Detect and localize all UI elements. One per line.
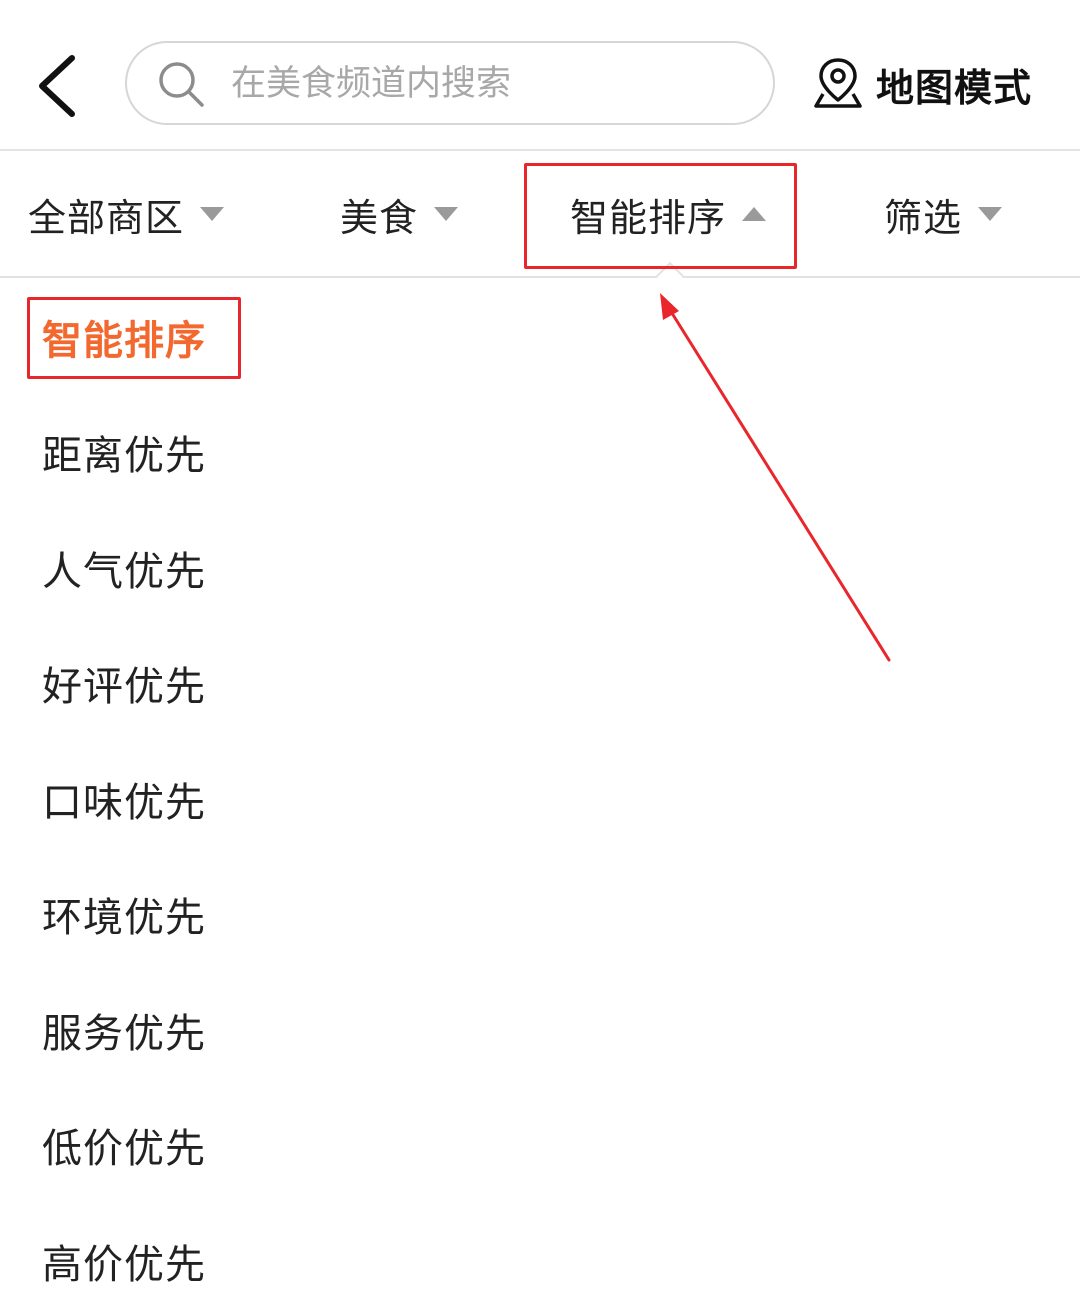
annotation-arrow	[660, 293, 891, 662]
